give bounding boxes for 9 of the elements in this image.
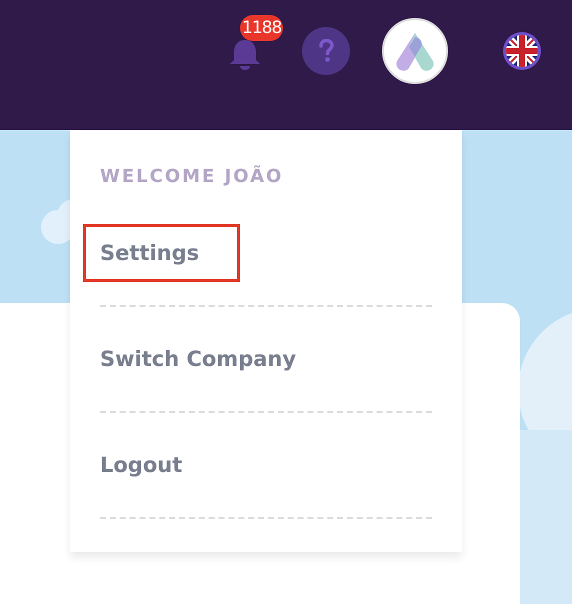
language-button[interactable] [502, 31, 542, 71]
question-mark-icon [318, 39, 334, 63]
notification-count-badge: 1188 [240, 15, 284, 41]
welcome-heading: WELCOME JOÃO [100, 166, 284, 187]
menu-item[interactable]: Switch Company [83, 330, 338, 388]
uk-flag-icon [502, 31, 542, 71]
menu-item[interactable]: Logout [83, 436, 224, 494]
menu-item[interactable]: Settings [83, 224, 240, 282]
help-button[interactable] [302, 27, 350, 75]
